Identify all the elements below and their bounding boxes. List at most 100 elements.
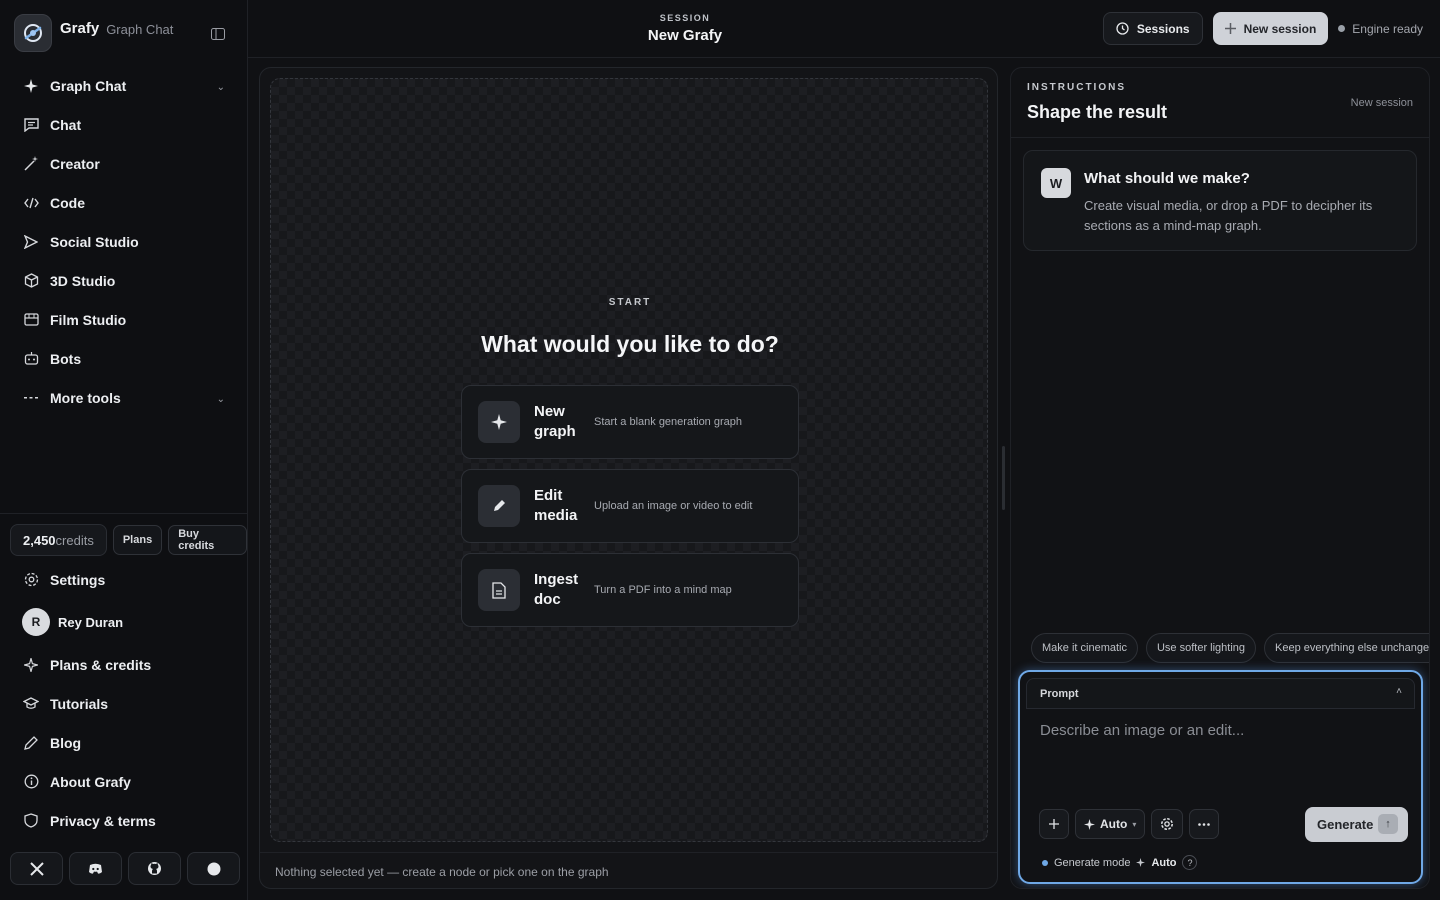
- prompt-input[interactable]: [1028, 712, 1413, 792]
- status-dot-icon: [1338, 25, 1346, 32]
- github-button[interactable]: [128, 852, 181, 885]
- user-profile[interactable]: R Rey Duran: [0, 599, 247, 645]
- suggestion-chip[interactable]: Use softer lighting: [1145, 633, 1257, 663]
- chevron-down-icon[interactable]: ⌄: [217, 394, 225, 405]
- generate-button[interactable]: Generate ↑: [1305, 807, 1408, 842]
- panel-resize-handle[interactable]: [1002, 446, 1005, 510]
- nav-label: 3D Studio: [50, 272, 116, 289]
- pen-icon: [23, 735, 39, 751]
- suggestion-chip[interactable]: Keep everything else unchanged: [1264, 633, 1429, 663]
- nav-label: Graph Chat: [50, 77, 127, 94]
- history-icon: [1116, 22, 1129, 35]
- grafy-logo-icon: [14, 14, 52, 52]
- suggestion-chip[interactable]: Make it cinematic: [1031, 633, 1138, 663]
- nav-item-blog[interactable]: Blog: [0, 723, 247, 762]
- x-twitter-button[interactable]: [10, 852, 63, 885]
- nav-item-chat[interactable]: Chat: [0, 105, 247, 144]
- code-icon: [23, 195, 39, 211]
- nav-label: Social Studio: [50, 233, 139, 250]
- new-session-button[interactable]: New session: [1212, 12, 1329, 45]
- prompt-tools: Auto ▾: [1039, 809, 1220, 839]
- nav-item-code[interactable]: Code: [0, 183, 247, 222]
- ingest-doc-option[interactable]: Ingest doc Turn a PDF into a mind map: [461, 553, 799, 627]
- cube-icon: [23, 273, 39, 289]
- credits-amount: 2,450: [23, 532, 56, 548]
- graph-canvas[interactable]: START What would you like to do? New gra…: [270, 78, 988, 842]
- help-icon[interactable]: ?: [1182, 855, 1198, 870]
- sidebar: Grafy Graph Chat Graph Chat ⌄ Chat Creat…: [0, 0, 248, 900]
- nav-item-graph-chat[interactable]: Graph Chat ⌄: [0, 66, 247, 105]
- nav-item-privacy[interactable]: Privacy & terms: [0, 801, 247, 840]
- buy-credits-button[interactable]: Buy credits: [168, 525, 247, 555]
- github-icon: [148, 862, 161, 875]
- sparkle-outline-icon: [23, 657, 39, 673]
- prompt-composer: Prompt ˄ Auto ▾ Generate ↑: [1018, 670, 1423, 884]
- new-session-label: New session: [1243, 21, 1317, 36]
- mode-select-button[interactable]: Auto ▾: [1075, 809, 1146, 839]
- nav-label: Code: [50, 194, 85, 211]
- assistant-avatar: W: [1041, 168, 1071, 198]
- film-icon: [23, 312, 39, 328]
- nav-label: Chat: [50, 116, 82, 133]
- nav-item-creator[interactable]: Creator: [0, 144, 247, 183]
- prompt-header[interactable]: Prompt ˄: [1026, 678, 1415, 709]
- send-icon: [23, 234, 39, 250]
- more-options-button[interactable]: [1189, 809, 1220, 839]
- nav-item-social-studio[interactable]: Social Studio: [0, 222, 247, 261]
- plus-icon: [1049, 819, 1059, 829]
- session-title[interactable]: New Grafy: [248, 27, 1122, 44]
- brand-subtitle: Graph Chat: [106, 21, 174, 37]
- graph-canvas-panel: START What would you like to do? New gra…: [259, 67, 998, 889]
- collapse-sidebar-button[interactable]: [208, 24, 228, 44]
- new-graph-option[interactable]: New graph Start a blank generation graph: [461, 385, 799, 459]
- chevron-down-icon[interactable]: ⌄: [217, 82, 225, 93]
- mode-indicator: Generate mode Auto ?: [1042, 855, 1198, 870]
- main-nav: Graph Chat ⌄ Chat Creator Code Social St…: [0, 66, 247, 417]
- arrow-up-icon: ↑: [1378, 814, 1398, 834]
- prompt-label: Prompt: [1040, 688, 1079, 700]
- nav-item-about[interactable]: About Grafy: [0, 762, 247, 801]
- status-dot-icon: [1042, 859, 1048, 866]
- nav-item-tutorials[interactable]: Tutorials: [0, 684, 247, 723]
- option-title: Edit media: [534, 487, 578, 524]
- chevron-up-icon[interactable]: ˄: [1396, 686, 1402, 697]
- option-title: New graph: [534, 403, 576, 440]
- generate-label: Generate: [1317, 817, 1374, 832]
- bottom-nav: Settings R Rey Duran Plans & credits Tut…: [0, 560, 247, 840]
- nav-label: About Grafy: [50, 773, 131, 790]
- bot-icon: [23, 351, 39, 367]
- nav-label: Film Studio: [50, 311, 127, 328]
- plans-button[interactable]: Plans: [112, 525, 163, 555]
- nav-item-film-studio[interactable]: Film Studio: [0, 300, 247, 339]
- mode-select-label: Auto: [1100, 817, 1128, 831]
- add-attachment-button[interactable]: [1039, 809, 1069, 839]
- brand[interactable]: Grafy Graph Chat: [14, 14, 173, 52]
- ellipsis-icon: [1198, 822, 1211, 826]
- nav-item-settings[interactable]: Settings: [0, 560, 247, 599]
- start-title: What would you like to do?: [481, 331, 779, 357]
- nav-item-more-tools[interactable]: More tools ⌄: [0, 378, 247, 417]
- community-button[interactable]: [187, 852, 240, 885]
- session-label: SESSION: [659, 13, 711, 23]
- nav-item-plans-credits[interactable]: Plans & credits: [0, 645, 247, 684]
- nav-label: Privacy & terms: [50, 812, 156, 829]
- sparkle-icon: [1136, 858, 1146, 867]
- divider: [260, 852, 997, 853]
- sessions-button[interactable]: Sessions: [1102, 12, 1203, 45]
- edit-media-option[interactable]: Edit media Upload an image or video to e…: [461, 469, 799, 543]
- settings-button[interactable]: [1151, 809, 1184, 839]
- avatar: R: [22, 608, 50, 636]
- discord-button[interactable]: [69, 852, 122, 885]
- discord-icon: [89, 863, 102, 874]
- nav-label: Plans & credits: [50, 656, 152, 673]
- gear-icon: [1161, 818, 1174, 830]
- assistant-message: W What should we make? Create visual med…: [1023, 150, 1417, 251]
- info-icon: [23, 774, 39, 790]
- divider: [0, 513, 247, 514]
- option-desc: Start a blank generation graph: [594, 416, 742, 428]
- credits-unit: credits: [55, 532, 94, 548]
- nav-item-bots[interactable]: Bots: [0, 339, 247, 378]
- nav-item-3d-studio[interactable]: 3D Studio: [0, 261, 247, 300]
- brand-name: Grafy: [60, 19, 100, 37]
- chevron-down-icon: ▾: [1132, 819, 1137, 829]
